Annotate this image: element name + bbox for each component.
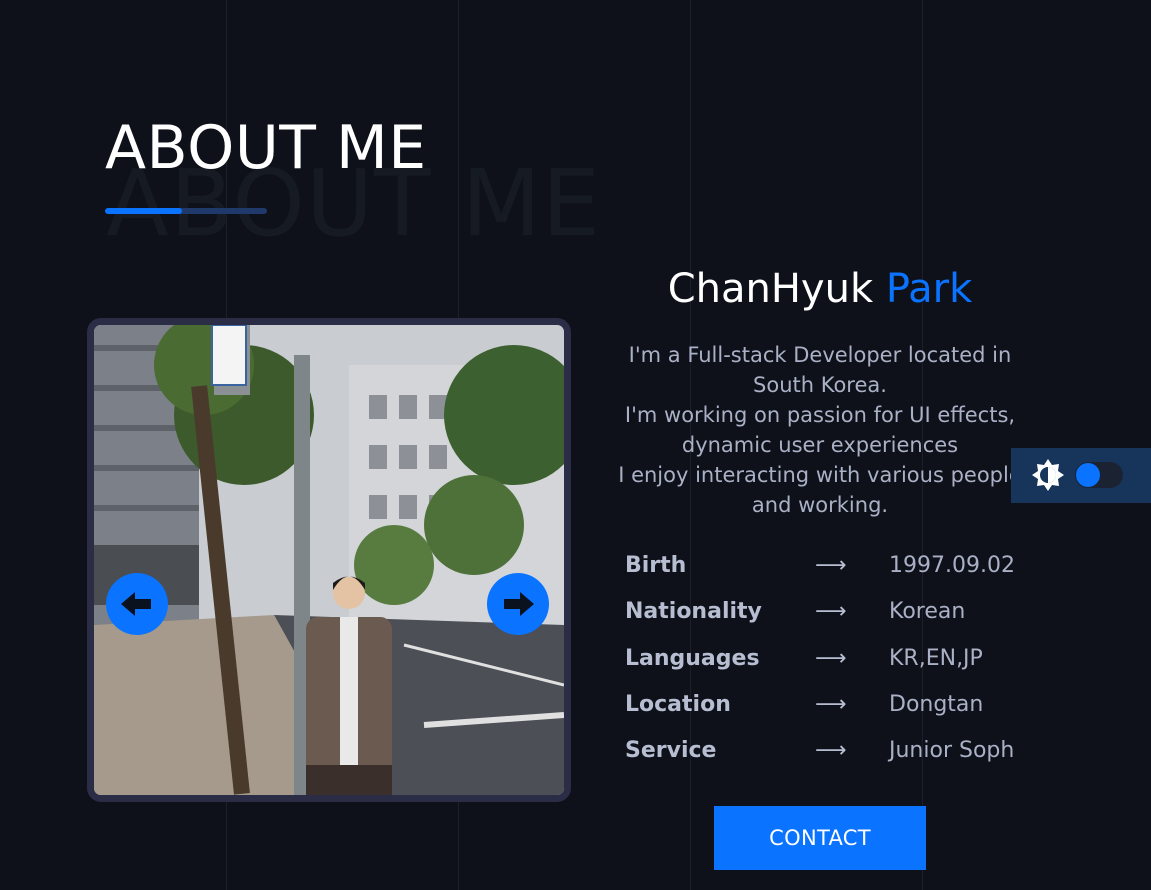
info-value: Dongtan — [889, 691, 984, 717]
info-value: Korean — [889, 599, 966, 625]
title-underline — [105, 208, 267, 214]
info-list: Birth ⟶ 1997.09.02 Nationality ⟶ Korean … — [625, 548, 1045, 779]
contact-button[interactable]: CONTACT — [714, 806, 926, 870]
section-title: ABOUT ME — [105, 113, 427, 183]
bio-line: and working. — [751, 493, 889, 517]
info-row-birth: Birth ⟶ 1997.09.02 — [625, 548, 1045, 594]
info-key: Birth — [625, 553, 687, 578]
brightness-icon — [1032, 459, 1064, 491]
profile-bio: I'm a Full-stack Developer located in So… — [600, 340, 1040, 520]
slider-prev-button[interactable] — [106, 573, 168, 635]
profile-name: ChanHyuk Park — [600, 265, 1040, 313]
bio-line: I'm working on passion for UI effects, — [624, 403, 1016, 427]
info-value: KR,EN,JP — [889, 645, 983, 671]
bio-line: I'm a Full-stack Developer located in — [628, 343, 1012, 367]
arrow-right-icon — [504, 592, 534, 616]
info-key: Nationality — [625, 599, 762, 625]
arrow-icon: ⟶ — [815, 645, 847, 671]
theme-toggle-switch[interactable] — [1075, 462, 1123, 488]
arrow-icon: ⟶ — [815, 553, 847, 578]
slider-next-button[interactable] — [487, 573, 549, 635]
info-row-location: Location ⟶ Dongtan — [625, 687, 1045, 733]
info-key: Service — [625, 738, 717, 764]
title-underline-fill — [105, 208, 182, 214]
bio-line: dynamic user experiences — [681, 433, 959, 457]
info-key: Languages — [625, 645, 760, 671]
info-row-service: Service ⟶ Junior Soph — [625, 733, 1045, 779]
photo-slider — [87, 318, 571, 802]
bio-line: I enjoy interacting with various people — [618, 463, 1022, 487]
arrow-icon: ⟶ — [815, 691, 847, 717]
info-value: 1997.09.02 — [889, 553, 1015, 578]
last-name: Park — [885, 266, 973, 312]
profile-photo — [94, 325, 564, 795]
toggle-knob — [1076, 463, 1100, 487]
first-name: ChanHyuk — [667, 266, 874, 312]
bio-line: South Korea. — [753, 373, 887, 397]
arrow-icon: ⟶ — [815, 599, 847, 625]
info-key: Location — [625, 691, 731, 717]
arrow-icon: ⟶ — [815, 738, 847, 764]
info-row-languages: Languages ⟶ KR,EN,JP — [625, 641, 1045, 687]
info-value: Junior Soph — [889, 738, 1015, 764]
arrow-left-icon — [121, 592, 151, 616]
info-row-nationality: Nationality ⟶ Korean — [625, 594, 1045, 640]
